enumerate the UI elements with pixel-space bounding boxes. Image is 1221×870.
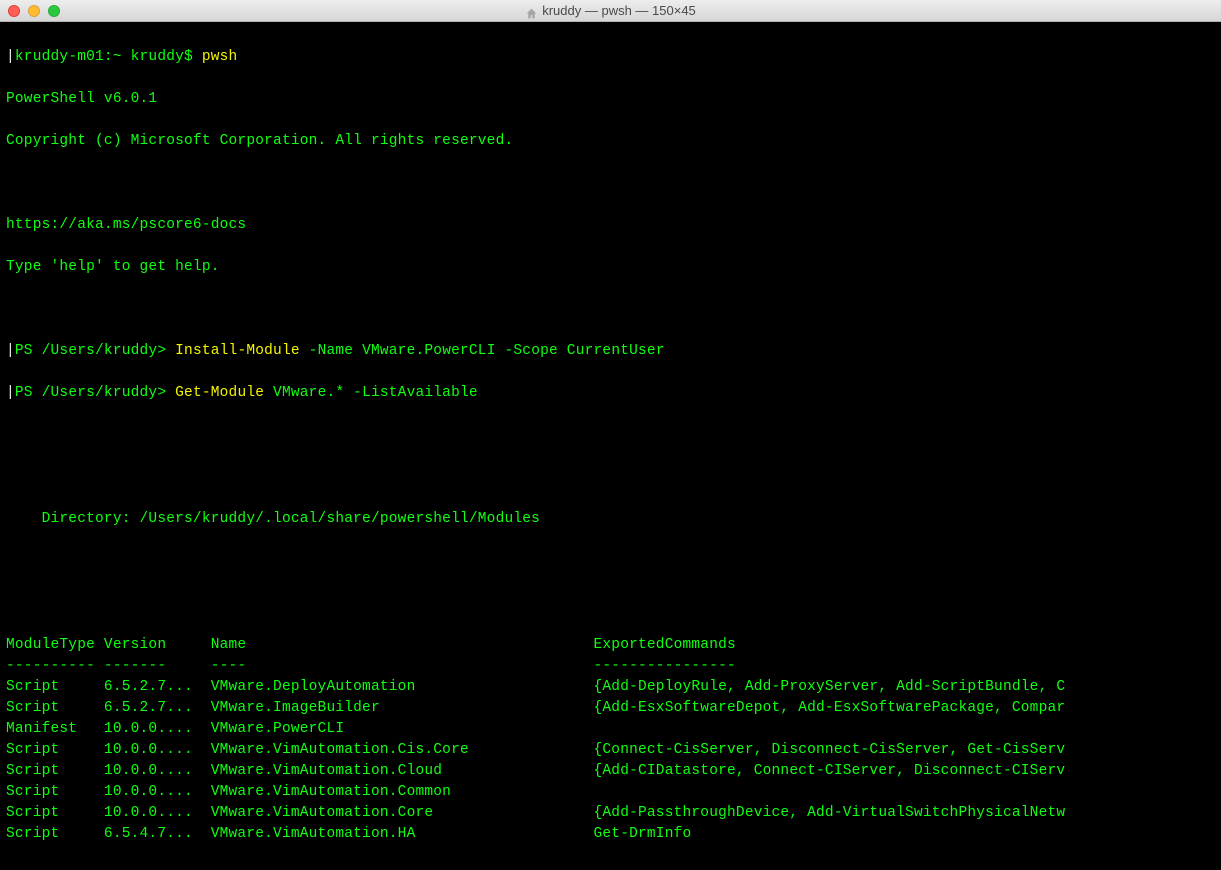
ps-line-1: |PS /Users/kruddy> Install-Module -Name … xyxy=(6,341,1215,362)
shell-prompt: kruddy-m01:~ kruddy$ xyxy=(15,49,193,65)
banner-line-3: https://aka.ms/pscore6-docs xyxy=(6,215,1215,236)
table-row: Script 10.0.0.... VMware.VimAutomation.C… xyxy=(6,782,1215,803)
home-icon xyxy=(525,5,538,17)
ps-prompt: PS /Users/kruddy> xyxy=(15,343,175,359)
module-table: ModuleType Version Name ExportedCommands… xyxy=(6,635,1215,845)
window-title: kruddy — pwsh — 150×45 xyxy=(0,0,1221,21)
cmdlet-name: Install-Module xyxy=(175,343,300,359)
table-row: Script 6.5.4.7... VMware.VimAutomation.H… xyxy=(6,824,1215,845)
maximize-button[interactable] xyxy=(48,5,60,17)
window-title-text: kruddy — pwsh — 150×45 xyxy=(542,0,696,21)
terminal-output[interactable]: |kruddy-m01:~ kruddy$ pwsh PowerShell v6… xyxy=(0,22,1221,870)
shell-line: |kruddy-m01:~ kruddy$ pwsh xyxy=(6,47,1215,68)
banner-line-2: Copyright (c) Microsoft Corporation. All… xyxy=(6,131,1215,152)
cmdlet-args: VMware.* -ListAvailable xyxy=(264,385,478,401)
cmdlet-args: -Name VMware.PowerCLI -Scope CurrentUser xyxy=(300,343,665,359)
minimize-button[interactable] xyxy=(28,5,40,17)
ps-prompt: PS /Users/kruddy> xyxy=(15,385,175,401)
table-row: Script 6.5.2.7... VMware.DeployAutomatio… xyxy=(6,677,1215,698)
close-button[interactable] xyxy=(8,5,20,17)
window-title-bar: kruddy — pwsh — 150×45 xyxy=(0,0,1221,22)
table-divider: ---------- ------- ---- ---------------- xyxy=(6,656,1215,677)
table-row: Script 6.5.2.7... VMware.ImageBuilder {A… xyxy=(6,698,1215,719)
ps-line-2: |PS /Users/kruddy> Get-Module VMware.* -… xyxy=(6,383,1215,404)
table-header: ModuleType Version Name ExportedCommands xyxy=(6,635,1215,656)
banner-line-4: Type 'help' to get help. xyxy=(6,257,1215,278)
traffic-lights xyxy=(0,5,60,17)
table-row: Script 10.0.0.... VMware.VimAutomation.C… xyxy=(6,803,1215,824)
banner-line-1: PowerShell v6.0.1 xyxy=(6,89,1215,110)
cmdlet-name: Get-Module xyxy=(175,385,264,401)
table-row: Script 10.0.0.... VMware.VimAutomation.C… xyxy=(6,740,1215,761)
table-row: Script 10.0.0.... VMware.VimAutomation.C… xyxy=(6,761,1215,782)
table-row: Manifest 10.0.0.... VMware.PowerCLI xyxy=(6,719,1215,740)
shell-command: pwsh xyxy=(202,49,238,65)
